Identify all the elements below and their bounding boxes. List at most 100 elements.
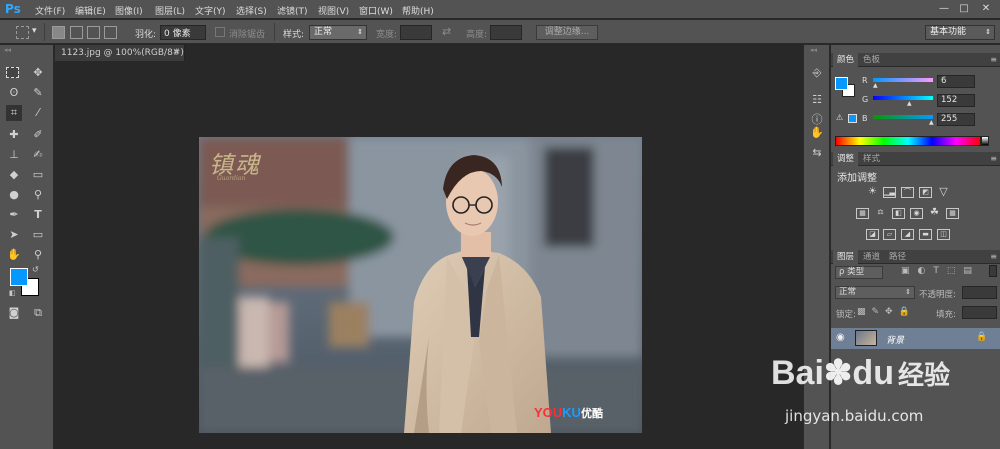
close-tab-icon[interactable]: × [172, 47, 180, 57]
minimize-icon[interactable]: — [936, 2, 952, 15]
layer-filter-icons[interactable]: ▣◐T⬚▤ [901, 266, 980, 276]
g-slider[interactable] [873, 96, 933, 100]
antialias-checkbox[interactable] [215, 27, 225, 37]
default-colors-icon[interactable]: ◧ [9, 289, 16, 297]
r-slider[interactable] [873, 78, 933, 82]
hand-icon[interactable]: ✋ [6, 247, 22, 263]
panel-menu-icon[interactable]: ≡ [990, 252, 997, 261]
r-value-input[interactable]: 6 [937, 75, 975, 88]
subtract-selection-icon[interactable] [87, 26, 100, 39]
intersect-selection-icon[interactable] [104, 26, 117, 39]
chevron-down-icon[interactable]: ▾ [32, 26, 37, 36]
opacity-input[interactable] [962, 286, 997, 299]
gradient-map-icon[interactable]: ▬ [919, 229, 932, 240]
color-spectrum-bar[interactable] [835, 136, 981, 146]
brush-icon[interactable]: ✐ [30, 127, 46, 143]
photo-filter-icon[interactable]: ◉ [910, 208, 923, 219]
web-color-swatch[interactable] [848, 114, 857, 123]
tab-layers[interactable]: 图层 [833, 250, 859, 264]
foreground-color-swatch[interactable] [10, 268, 28, 286]
clone-stamp-icon[interactable]: ⊥ [6, 147, 22, 163]
menu-edit[interactable]: 编辑(E) [75, 4, 106, 17]
new-selection-icon[interactable] [52, 26, 65, 39]
eyedropper-icon[interactable]: ⁄ [30, 105, 46, 121]
color-panel-fg-swatch[interactable] [835, 77, 848, 90]
expand-icon[interactable]: ◂◂ [810, 46, 817, 54]
add-selection-icon[interactable] [70, 26, 83, 39]
tab-color[interactable]: 颜色 [833, 53, 859, 67]
b-slider[interactable] [873, 115, 933, 119]
height-input[interactable] [490, 25, 522, 40]
g-slider-thumb[interactable]: ▲ [907, 100, 912, 107]
workspace-select[interactable]: 基本功能 ⇕ [925, 25, 995, 40]
blur-icon[interactable]: ● [6, 187, 22, 203]
blend-mode-select[interactable]: 正常 ⇕ [835, 286, 915, 299]
black-white-ramp[interactable] [981, 136, 989, 146]
tab-paths[interactable]: 路径 [885, 250, 910, 264]
pen-icon[interactable]: ✒ [6, 207, 22, 223]
style-select[interactable]: 正常 ⇕ [309, 25, 367, 40]
menu-image[interactable]: 图像(I) [115, 4, 143, 17]
rectangular-marquee-icon[interactable] [6, 67, 19, 78]
history-brush-icon[interactable]: ✍ [30, 147, 46, 163]
document-tab[interactable]: 1123.jpg @ 100%(RGB/8#) × [55, 45, 185, 61]
brightness-contrast-icon[interactable]: ☀ [866, 187, 879, 198]
layer-filter-select[interactable]: ρ 类型 [835, 266, 883, 279]
lock-icons[interactable]: ▩✎✥🔒 [857, 307, 916, 317]
document-canvas[interactable]: 镇魂 Guardian YOUKU优酷 [199, 137, 642, 433]
exposure-icon[interactable]: ◩ [919, 187, 932, 198]
marquee-preset-icon[interactable] [16, 26, 29, 39]
history-icon[interactable]: ⎆ [809, 65, 825, 81]
posterize-icon[interactable]: ▱ [883, 229, 896, 240]
quick-mask-icon[interactable]: ◙ [6, 305, 22, 321]
tab-swatches[interactable]: 色板 [859, 53, 884, 67]
paragraph-icon[interactable]: ⇆ [809, 145, 825, 161]
menu-view[interactable]: 视图(V) [318, 4, 349, 17]
color-lookup-icon[interactable]: ▦ [946, 208, 959, 219]
refine-edge-button[interactable]: 调整边缘... [536, 25, 598, 40]
black-white-icon[interactable]: ◧ [892, 208, 905, 219]
feather-input[interactable]: 0 像素 [160, 25, 206, 40]
menu-filter[interactable]: 滤镜(T) [277, 4, 308, 17]
quick-select-icon[interactable]: ✎ [30, 85, 46, 101]
tab-channels[interactable]: 通道 [859, 250, 884, 264]
selective-color-icon[interactable]: ◫ [937, 229, 950, 240]
r-slider-thumb[interactable]: ▲ [873, 82, 878, 89]
path-select-icon[interactable]: ➤ [6, 227, 22, 243]
levels-icon[interactable]: ▁▃ [883, 187, 896, 198]
gradient-icon[interactable]: ▭ [30, 167, 46, 183]
fill-input[interactable] [962, 306, 997, 319]
panel-menu-icon[interactable]: ≡ [990, 55, 997, 64]
filter-toggle[interactable] [989, 265, 997, 277]
rectangle-shape-icon[interactable]: ▭ [30, 227, 46, 243]
menu-file[interactable]: 文件(F) [35, 4, 65, 17]
lasso-icon[interactable]: ʘ [6, 85, 22, 101]
width-input[interactable] [400, 25, 432, 40]
curves-icon[interactable]: ⌒ [901, 187, 914, 198]
brush-presets-icon[interactable]: ✋ [809, 125, 825, 141]
healing-brush-icon[interactable]: ✚ [6, 127, 22, 143]
eraser-icon[interactable]: ◆ [6, 167, 22, 183]
channel-mixer-icon[interactable]: ☘ [928, 208, 941, 219]
tab-adjustments[interactable]: 调整 [833, 152, 859, 166]
crop-icon[interactable]: ⌗ [6, 105, 22, 121]
maximize-icon[interactable]: □ [956, 2, 972, 15]
color-balance-icon[interactable]: ⚖ [874, 208, 887, 219]
menu-type[interactable]: 文字(Y) [195, 4, 226, 17]
b-slider-thumb[interactable]: ▲ [929, 119, 934, 126]
menu-layer[interactable]: 图层(L) [155, 4, 185, 17]
menu-window[interactable]: 窗口(W) [359, 4, 393, 17]
properties-icon[interactable]: ☷ [809, 92, 825, 108]
screen-mode-icon[interactable]: ⧉ [30, 305, 46, 321]
dodge-icon[interactable]: ⚲ [30, 187, 46, 203]
menu-help[interactable]: 帮助(H) [402, 4, 434, 17]
panel-menu-icon[interactable]: ≡ [990, 154, 997, 163]
collapse-icon[interactable]: ◂◂ [4, 46, 11, 54]
threshold-icon[interactable]: ◢ [901, 229, 914, 240]
vibrance-icon[interactable]: ▽ [937, 186, 950, 198]
tab-styles[interactable]: 样式 [859, 152, 884, 166]
type-tool-icon[interactable]: T [30, 207, 46, 223]
move-tool-icon[interactable]: ✥ [30, 65, 46, 81]
invert-icon[interactable]: ◪ [866, 229, 879, 240]
swap-colors-icon[interactable]: ↺ [32, 265, 39, 274]
